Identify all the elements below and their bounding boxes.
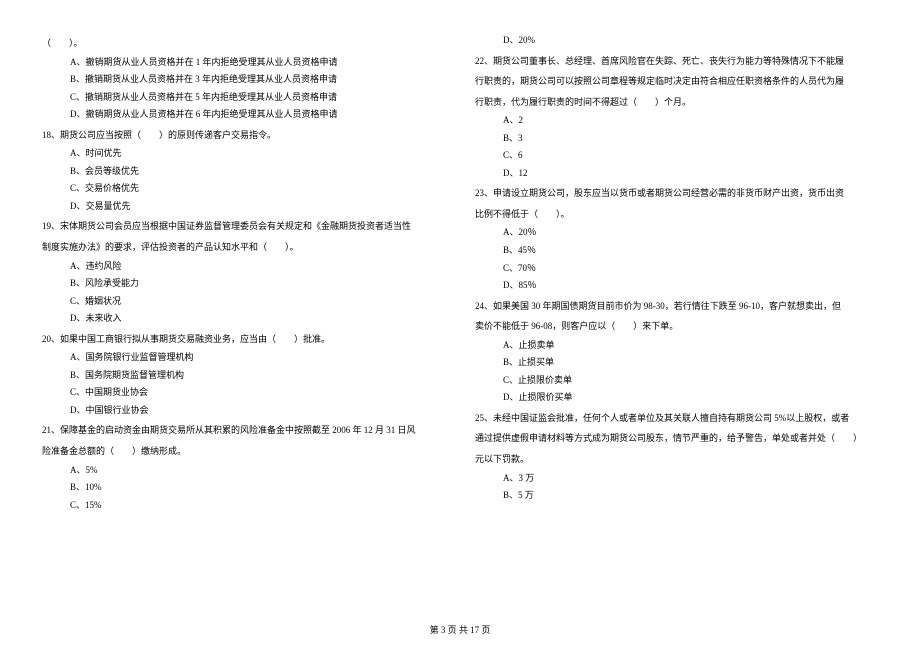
q20-stem: 20、如果中国工商银行拟从事期货交易融资业务，应当由（ ）批准。 — [42, 331, 445, 349]
q25-option-a: A、3 万 — [475, 470, 878, 488]
page-body: （ ）。 A、撤销期货从业人员资格并在 1 年内拒绝受理其从业人员资格申请 B、… — [0, 0, 920, 542]
q21-stem-line1: 21、保障基金的启动资金由期货交易所从其积累的风险准备金中按照截至 2006 年… — [42, 422, 445, 440]
q24-option-c: C、止损限价卖单 — [475, 372, 878, 390]
page-footer: 第 3 页 共 17 页 — [0, 623, 920, 636]
q21-stem-line2: 险准备金总额的（ ）缴纳形成。 — [42, 443, 445, 461]
q23-option-b: B、45％ — [475, 242, 878, 260]
q19-stem-line2: 制度实施办法》的要求，评估投资者的产品认知水平和（ ）。 — [42, 239, 445, 257]
right-column: D、20% 22、期货公司董事长、总经理、首席风险官在失踪、死亡、丧失行为能力等… — [475, 32, 878, 514]
q25-stem-line2: 通过提供虚假申请材料等方式成为期货公司股东，情节严重的，给予警告，单处或者并处（… — [475, 430, 878, 448]
q25-option-b: B、5 万 — [475, 487, 878, 505]
q25-stem-line3: 元以下罚款。 — [475, 451, 878, 469]
left-column: （ ）。 A、撤销期货从业人员资格并在 1 年内拒绝受理其从业人员资格申请 B、… — [42, 32, 445, 514]
q23-option-a: A、20％ — [475, 224, 878, 242]
q24-option-d: D、止损限价买单 — [475, 389, 878, 407]
q20-option-d: D、中国银行业协会 — [42, 402, 445, 420]
q20-option-c: C、中国期货业协会 — [42, 384, 445, 402]
q19-option-b: B、风险承受能力 — [42, 275, 445, 293]
q24-option-a: A、止损卖单 — [475, 337, 878, 355]
q18-stem: 18、期货公司应当按照（ ）的原则传递客户交易指令。 — [42, 127, 445, 145]
q21-option-a: A、5% — [42, 462, 445, 480]
q18-option-d: D、交易量优先 — [42, 198, 445, 216]
q22-option-d: D、12 — [475, 165, 878, 183]
q19-option-d: D、未来收入 — [42, 310, 445, 328]
q23-stem-line2: 比例不得低于（ ）。 — [475, 206, 878, 224]
q23-option-c: C、70％ — [475, 260, 878, 278]
q17-stem: （ ）。 — [42, 35, 445, 53]
q22-option-c: C、6 — [475, 147, 878, 165]
q24-stem-line2: 卖价不能低于 96-08，则客户应以（ ）来下单。 — [475, 318, 878, 336]
q17-option-d: D、撤销期货从业人员资格并在 6 年内拒绝受理其从业人员资格申请 — [42, 106, 445, 124]
q18-option-c: C、交易价格优先 — [42, 180, 445, 198]
q17-option-c: C、撤销期货从业人员资格并在 5 年内拒绝受理其从业人员资格申请 — [42, 89, 445, 107]
q22-stem-line1: 22、期货公司董事长、总经理、首席风险官在失踪、死亡、丧失行为能力等特殊情况下不… — [475, 53, 878, 71]
q23-option-d: D、85％ — [475, 277, 878, 295]
q18-option-b: B、会员等级优先 — [42, 163, 445, 181]
q24-stem-line1: 24、如果美国 30 年期国债期货目前市价为 98-30，若行情往下跌至 96-… — [475, 298, 878, 316]
q19-stem-line1: 19、宋体期货公司会员应当根据中国证券监督管理委员会有关规定和《金融期货投资者适… — [42, 218, 445, 236]
q22-stem-line3: 行职责，代为履行职责的时间不得超过（ ）个月。 — [475, 94, 878, 112]
q21-option-c: C、15% — [42, 497, 445, 515]
q22-stem-line2: 行职责的，期货公司可以按照公司章程等规定临时决定由符合相应任职资格条件的人员代为… — [475, 73, 878, 91]
q22-option-b: B、3 — [475, 130, 878, 148]
q20-option-b: B、国务院期货监督管理机构 — [42, 367, 445, 385]
q21-option-d: D、20% — [475, 32, 878, 50]
q25-stem-line1: 25、未经中国证监会批准，任何个人或者单位及其关联人擅自持有期货公司 5%以上股… — [475, 410, 878, 428]
q17-option-b: B、撤销期货从业人员资格并在 3 年内拒绝受理其从业人员资格申请 — [42, 71, 445, 89]
q23-stem-line1: 23、申请设立期货公司，股东应当以货币或者期货公司经营必需的非货币财产出资，货币… — [475, 185, 878, 203]
q22-option-a: A、2 — [475, 112, 878, 130]
q17-option-a: A、撤销期货从业人员资格并在 1 年内拒绝受理其从业人员资格申请 — [42, 54, 445, 72]
q18-option-a: A、时间优先 — [42, 145, 445, 163]
q21-option-b: B、10% — [42, 479, 445, 497]
q20-option-a: A、国务院银行业监督管理机构 — [42, 349, 445, 367]
q19-option-c: C、婚姻状况 — [42, 293, 445, 311]
q24-option-b: B、止损买单 — [475, 354, 878, 372]
q19-option-a: A、违约风险 — [42, 258, 445, 276]
